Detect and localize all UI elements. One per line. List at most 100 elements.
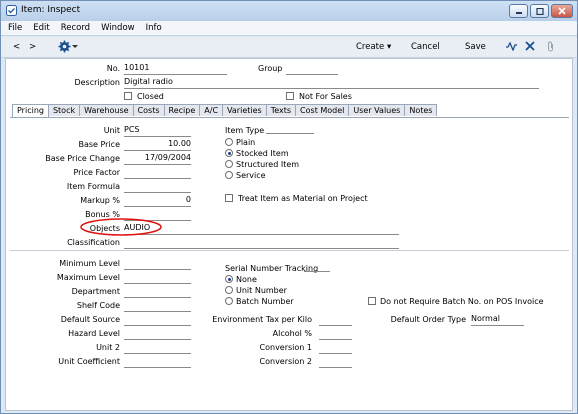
item-type-structured-label: Structured Item xyxy=(236,160,300,169)
unit-label: Unit xyxy=(103,126,120,135)
department-field[interactable] xyxy=(124,286,191,298)
serial-none-label: None xyxy=(236,275,257,284)
save-button[interactable]: Save xyxy=(465,42,486,52)
alcohol-field[interactable] xyxy=(319,328,352,340)
maximize-button[interactable] xyxy=(530,4,549,18)
serial-unit-number-radio[interactable] xyxy=(225,286,233,294)
minimum-level-field[interactable] xyxy=(124,258,191,270)
gear-menu-button[interactable] xyxy=(58,40,78,56)
shelf-code-field[interactable] xyxy=(124,300,191,312)
item-type-stocked-label: Stocked Item xyxy=(236,149,289,158)
tab-notes[interactable]: Notes xyxy=(404,104,438,116)
conversion1-field[interactable] xyxy=(319,342,352,354)
item-form: No. 10101 Group Description Digital radi… xyxy=(5,58,573,411)
tab-cost-model[interactable]: Cost Model xyxy=(295,104,350,116)
description-field[interactable]: Digital radio xyxy=(124,77,539,89)
item-formula-label: Item Formula xyxy=(66,182,120,191)
tab-user-values[interactable]: User Values xyxy=(348,104,406,116)
treat-item-label: Treat Item as Material on Project xyxy=(238,194,368,203)
title-bar[interactable]: Item: Inspect xyxy=(1,1,577,21)
close-icon xyxy=(558,7,566,15)
base-price-change-field[interactable]: 17/09/2004 xyxy=(124,153,191,165)
app-icon xyxy=(6,5,17,16)
close-button[interactable] xyxy=(551,4,573,18)
gear-icon xyxy=(58,40,78,53)
not-for-sales-checkbox[interactable] xyxy=(286,92,294,100)
base-price-field[interactable]: 10.00 xyxy=(124,139,191,151)
default-order-type-field[interactable]: Normal xyxy=(471,314,524,326)
menu-window[interactable]: Window xyxy=(101,23,135,33)
objects-field[interactable]: AUDIO xyxy=(124,223,399,235)
markup-label: Markup % xyxy=(80,196,120,205)
serial-batch-number-radio[interactable] xyxy=(225,297,233,305)
paperclip-icon xyxy=(548,41,553,52)
unit2-field[interactable] xyxy=(124,342,191,354)
window-title: Item: Inspect xyxy=(21,5,81,15)
markup-field[interactable]: 0 xyxy=(124,195,191,207)
do-not-require-batch-label: Do not Require Batch No. on POS Invoice xyxy=(380,297,544,306)
attach-button[interactable] xyxy=(547,41,555,55)
classification-label: Classification xyxy=(67,238,120,247)
expand-button[interactable] xyxy=(525,41,535,54)
caret-down-icon: ▾ xyxy=(386,42,392,52)
env-tax-field[interactable] xyxy=(319,314,352,326)
minimize-button[interactable] xyxy=(509,4,528,18)
tab-varieties[interactable]: Varieties xyxy=(222,104,267,116)
group-field[interactable] xyxy=(286,63,338,75)
item-type-group-line xyxy=(266,133,314,134)
create-button[interactable]: Create ▾ xyxy=(356,42,391,52)
conversion2-label: Conversion 2 xyxy=(259,357,312,366)
unit-field[interactable]: PCS xyxy=(124,125,191,137)
activity-button[interactable] xyxy=(506,41,517,54)
item-formula-field[interactable] xyxy=(124,181,191,193)
tab-recipe[interactable]: Recipe xyxy=(163,104,201,116)
tab-costs[interactable]: Costs xyxy=(132,104,165,116)
menu-file[interactable]: File xyxy=(8,23,22,33)
closed-label: Closed xyxy=(137,92,164,101)
conversion1-label: Conversion 1 xyxy=(259,343,312,352)
default-order-type-label: Default Order Type xyxy=(390,315,466,324)
treat-item-checkbox[interactable] xyxy=(225,194,233,202)
unit-coefficient-field[interactable] xyxy=(124,356,191,368)
no-field[interactable]: 10101 xyxy=(124,63,227,75)
item-window: Item: Inspect File Edit Record Window In… xyxy=(0,0,578,414)
tab-stock[interactable]: Stock xyxy=(47,104,81,116)
default-source-field[interactable] xyxy=(124,314,191,326)
item-type-stocked-radio[interactable] xyxy=(225,149,233,157)
menu-bar: File Edit Record Window Info xyxy=(1,21,577,36)
tab-ac[interactable]: A/C xyxy=(199,104,224,116)
item-type-service-radio[interactable] xyxy=(225,171,233,179)
conversion2-field[interactable] xyxy=(319,356,352,368)
cancel-button[interactable]: Cancel xyxy=(411,42,440,52)
tab-pricing[interactable]: Pricing xyxy=(12,104,49,117)
classification-field[interactable] xyxy=(124,237,399,249)
department-label: Department xyxy=(71,287,120,296)
item-type-structured-radio[interactable] xyxy=(225,160,233,168)
menu-edit[interactable]: Edit xyxy=(33,23,49,33)
shelf-code-label: Shelf Code xyxy=(76,301,120,310)
tab-texts[interactable]: Texts xyxy=(265,104,297,116)
default-source-label: Default Source xyxy=(60,315,120,324)
tab-warehouse[interactable]: Warehouse xyxy=(79,104,134,116)
create-label: Create xyxy=(356,42,385,52)
item-type-plain-radio[interactable] xyxy=(225,138,233,146)
price-factor-field[interactable] xyxy=(124,167,191,179)
hazard-level-field[interactable] xyxy=(124,328,191,340)
section-divider xyxy=(10,250,569,251)
back-arrow-icon[interactable]: < xyxy=(13,42,20,52)
forward-arrow-icon[interactable]: > xyxy=(29,42,36,52)
base-price-change-label: Base Price Change xyxy=(45,154,120,163)
pulse-icon xyxy=(506,41,517,52)
toolbar: < > Create ▾ Cancel Save xyxy=(1,37,577,58)
closed-checkbox[interactable] xyxy=(124,92,132,100)
do-not-require-batch-checkbox[interactable] xyxy=(368,297,376,305)
serial-none-radio[interactable] xyxy=(225,275,233,283)
group-label: Group xyxy=(258,64,283,73)
item-type-plain-label: Plain xyxy=(236,138,256,147)
highlight-oval xyxy=(80,218,162,236)
menu-record[interactable]: Record xyxy=(61,23,90,33)
menu-info[interactable]: Info xyxy=(146,23,162,33)
env-tax-label: Environment Tax per Kilo xyxy=(212,315,312,324)
maximum-level-field[interactable] xyxy=(124,272,191,284)
serial-batch-number-label: Batch Number xyxy=(236,297,294,306)
